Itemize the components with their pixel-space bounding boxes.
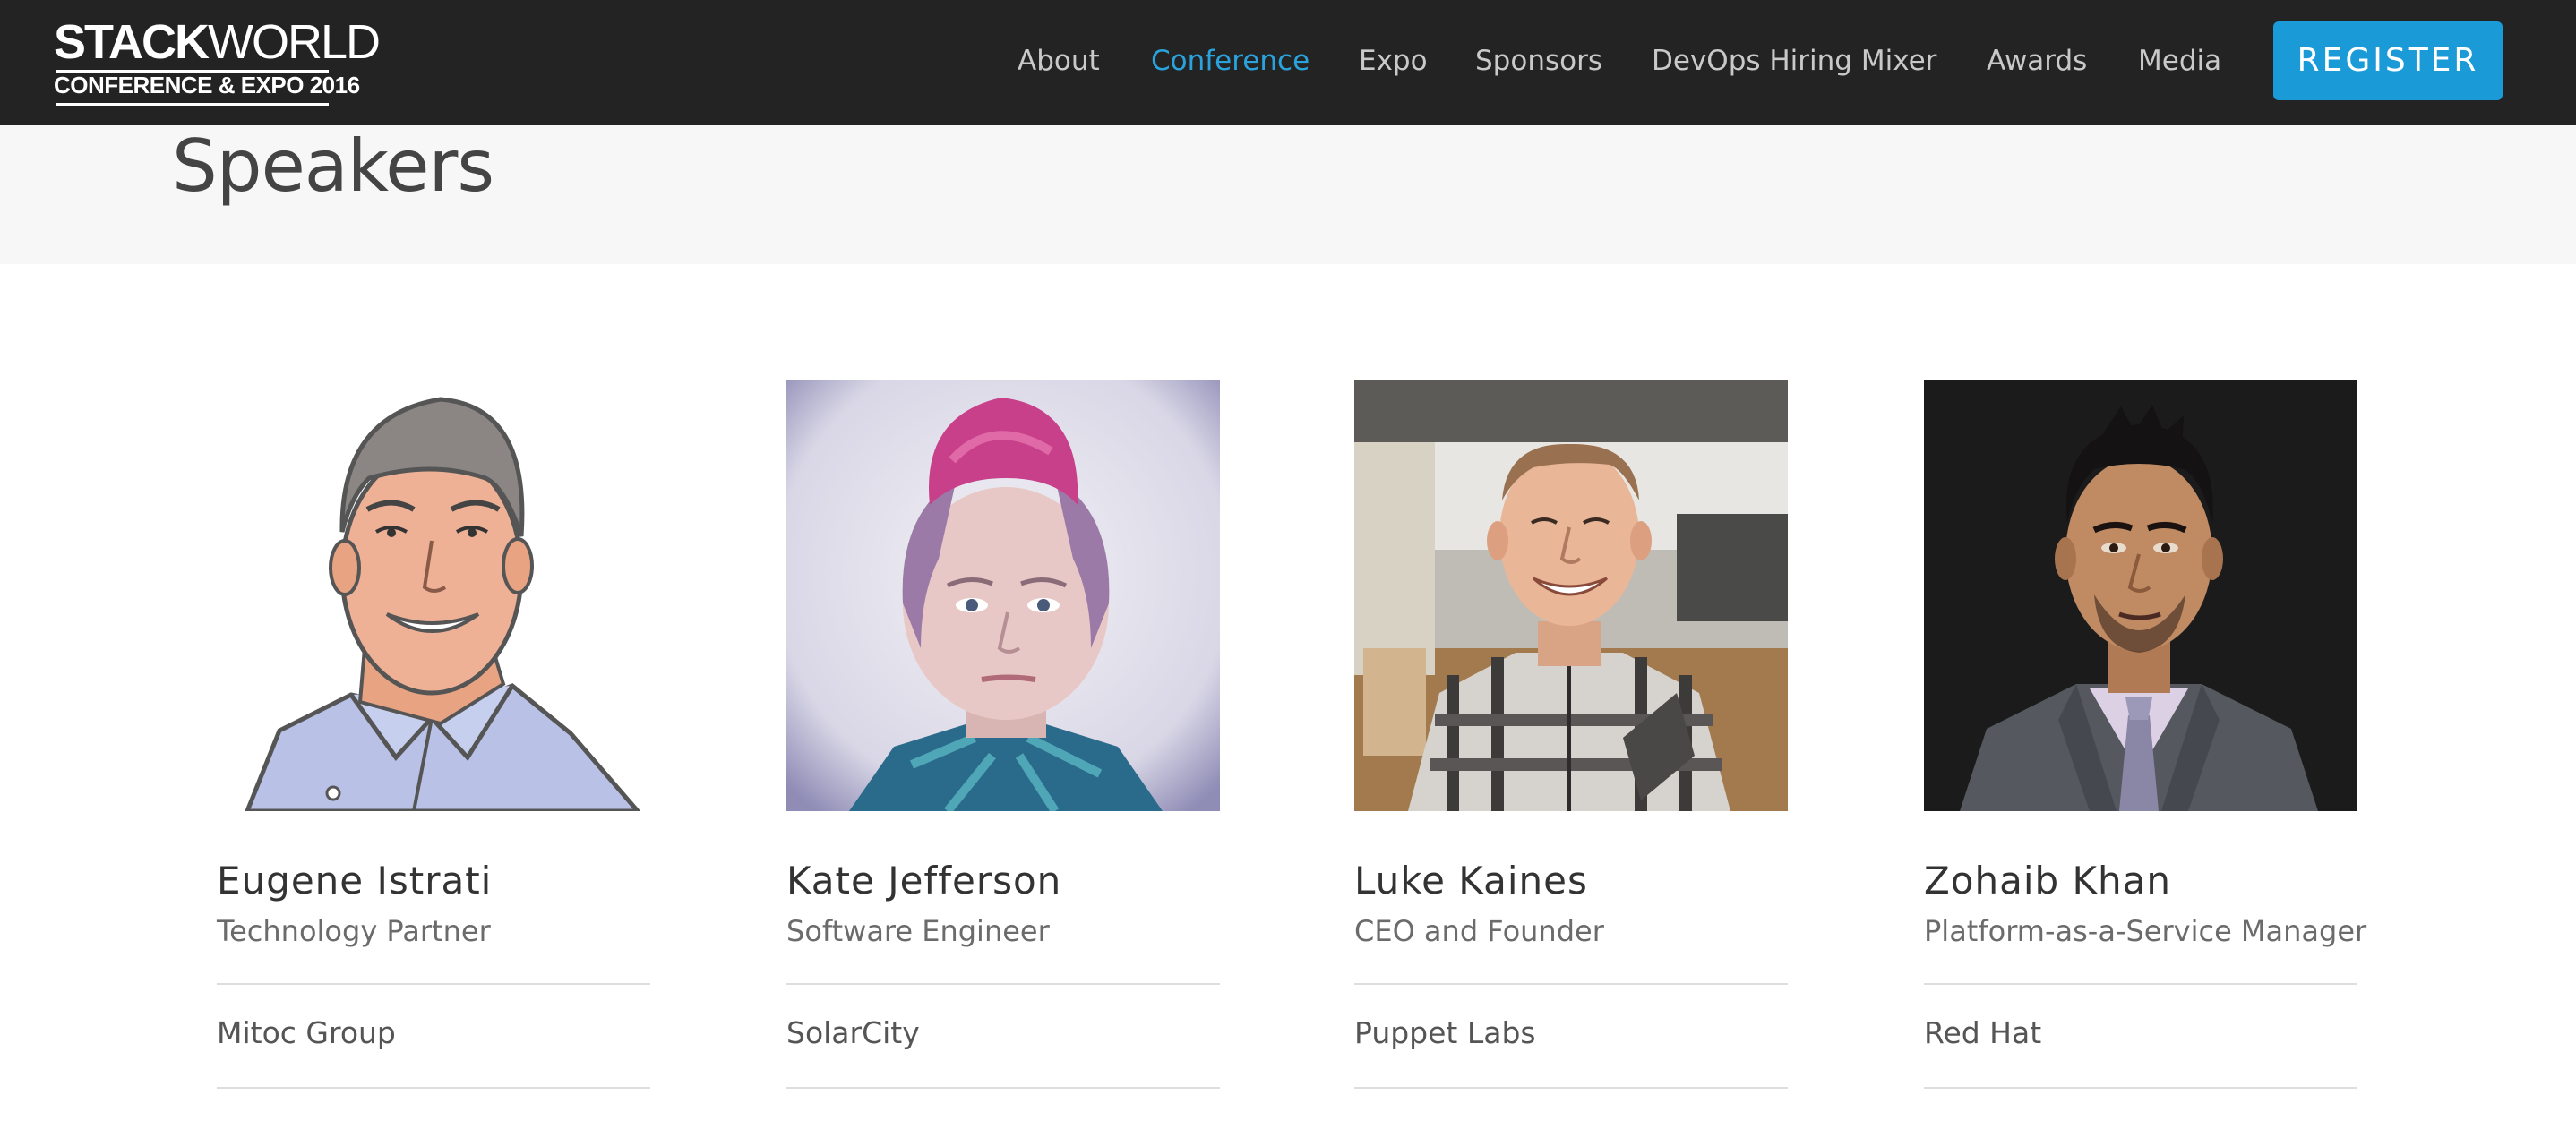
speaker-company: Mitoc Group — [217, 1015, 396, 1050]
divider — [1354, 1087, 1788, 1089]
divider — [1924, 1087, 2357, 1089]
divider — [786, 983, 1220, 985]
nav-media[interactable]: Media — [2138, 43, 2221, 79]
speaker-role: Platform-as-a-Service Manager — [1924, 914, 2367, 948]
nav-about[interactable]: About — [1018, 43, 1100, 79]
nav-devops-hiring-mixer[interactable]: DevOps Hiring Mixer — [1652, 43, 1936, 79]
speaker-company: Puppet Labs — [1354, 1015, 1536, 1050]
divider — [217, 983, 650, 985]
speaker-company: SolarCity — [786, 1015, 920, 1050]
divider — [217, 1087, 650, 1089]
speaker-role: CEO and Founder — [1354, 914, 1604, 948]
speaker-name[interactable]: Luke Kaines — [1354, 856, 1588, 906]
speaker-photo[interactable] — [1924, 380, 2357, 811]
page-title: Speakers — [172, 124, 494, 208]
divider — [1924, 983, 2357, 985]
divider — [786, 1087, 1220, 1089]
speaker-name[interactable]: Kate Jefferson — [786, 856, 1061, 906]
speaker-photo[interactable] — [217, 380, 650, 811]
speaker-role: Software Engineer — [786, 914, 1050, 948]
top-navigation-bar: STACKWORLD CONFERENCE & EXPO 2016 About … — [0, 0, 2576, 125]
speaker-name[interactable]: Zohaib Khan — [1924, 856, 2171, 906]
speaker-role: Technology Partner — [217, 914, 491, 948]
speaker-photo[interactable] — [1354, 380, 1788, 811]
nav-sponsors[interactable]: Sponsors — [1475, 43, 1602, 79]
nav-expo[interactable]: Expo — [1359, 43, 1428, 79]
nav-conference[interactable]: Conference — [1151, 43, 1309, 79]
speaker-photo[interactable] — [786, 380, 1220, 811]
register-button[interactable]: REGISTER — [2273, 21, 2503, 100]
speaker-company: Red Hat — [1924, 1015, 2042, 1050]
nav-awards[interactable]: Awards — [1987, 43, 2087, 79]
main-nav: About Conference Expo Sponsors DevOps Hi… — [0, 0, 2576, 125]
speaker-name[interactable]: Eugene Istrati — [217, 856, 492, 906]
divider — [1354, 983, 1788, 985]
